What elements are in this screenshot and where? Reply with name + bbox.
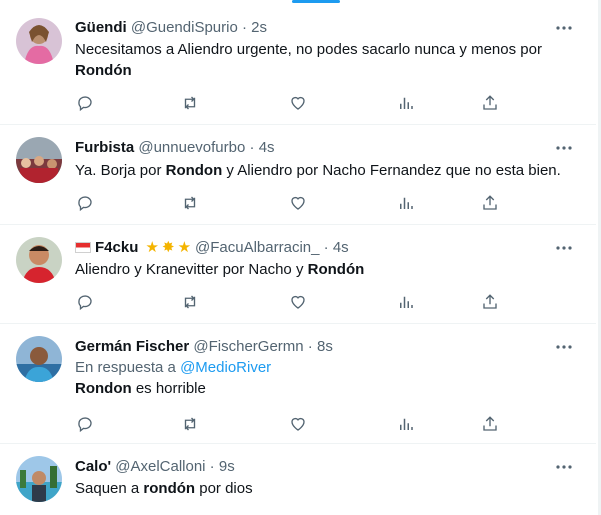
timestamp[interactable]: 4s — [333, 239, 349, 256]
timestamp[interactable]: 4s — [259, 139, 275, 156]
reply-context: En respuesta a @MedioRiver — [75, 359, 272, 376]
star-icon: ★ — [145, 239, 159, 256]
avatar[interactable] — [16, 237, 62, 283]
avatar[interactable] — [16, 137, 62, 183]
analytics-icon[interactable] — [396, 93, 416, 113]
tweet[interactable]: Germán Fischer @FischerGermn · 8s En res… — [0, 324, 596, 444]
reply-icon[interactable] — [75, 414, 95, 434]
avatar[interactable] — [16, 456, 62, 502]
author-handle[interactable]: @FischerGermn — [193, 338, 303, 355]
author-handle[interactable]: @AxelCalloni — [115, 458, 205, 475]
tweet[interactable]: Güendi @GuendiSpurio · 2s Necesitamos a … — [0, 0, 596, 125]
avatar[interactable] — [16, 18, 62, 64]
retweet-icon[interactable] — [180, 193, 200, 213]
timestamp[interactable]: 9s — [219, 458, 235, 475]
highlight: Rondon — [75, 380, 132, 397]
reply-icon[interactable] — [75, 193, 95, 213]
more-horizontal-icon[interactable] — [554, 238, 574, 258]
tweet[interactable]: Furbista @unnuevofurbo · 4s Ya. Borja po… — [0, 125, 596, 225]
reply-to-link[interactable]: @MedioRiver — [180, 359, 271, 376]
share-icon[interactable] — [480, 292, 500, 312]
author-name[interactable]: Furbista — [75, 139, 134, 156]
heart-icon[interactable] — [288, 414, 308, 434]
tweet-text: Saquen a rondón por dios — [75, 480, 253, 497]
tweet-header: F4cku ★ ✸ ★ @FacuAlbarracin_ · 4s — [75, 238, 556, 258]
share-icon[interactable] — [480, 93, 500, 113]
separator: · — [205, 458, 219, 475]
more-horizontal-icon[interactable] — [554, 457, 574, 477]
tweet-header: Calo' @AxelCalloni · 9s — [75, 457, 556, 477]
separator: · — [237, 19, 252, 36]
highlight: Rondón — [75, 62, 132, 79]
analytics-icon[interactable] — [396, 193, 416, 213]
author-handle[interactable]: @FacuAlbarracin_ — [195, 239, 319, 256]
heart-icon[interactable] — [288, 292, 308, 312]
author-name[interactable]: Germán Fischer — [75, 338, 189, 355]
action-bar — [75, 414, 505, 434]
heart-icon[interactable] — [288, 93, 308, 113]
retweet-icon[interactable] — [180, 93, 200, 113]
timestamp[interactable]: 2s — [251, 19, 267, 36]
separator: · — [303, 338, 317, 355]
action-bar — [75, 292, 505, 312]
highlight: rondón — [143, 480, 196, 497]
timestamp[interactable]: 8s — [317, 338, 333, 355]
action-bar — [75, 93, 505, 113]
tweet-text: Ya. Borja por Rondon y Aliendro por Nach… — [75, 162, 561, 179]
more-horizontal-icon[interactable] — [554, 337, 574, 357]
tweet-header: Germán Fischer @FischerGermn · 8s — [75, 337, 556, 357]
tweet-text: En respuesta a @MedioRiver Rondon es hor… — [75, 357, 568, 399]
share-icon[interactable] — [480, 193, 500, 213]
retweet-icon[interactable] — [180, 414, 200, 434]
tweet-text: Necesitamos a Aliendro urgente, no podes… — [75, 41, 542, 79]
tweet-header: Güendi @GuendiSpurio · 2s — [75, 18, 556, 38]
more-horizontal-icon[interactable] — [554, 138, 574, 158]
star-icon: ✸ — [161, 239, 175, 256]
retweet-icon[interactable] — [180, 292, 200, 312]
analytics-icon[interactable] — [396, 292, 416, 312]
more-horizontal-icon[interactable] — [554, 18, 574, 38]
separator: · — [319, 239, 333, 256]
separator: · — [245, 139, 259, 156]
author-name[interactable]: Calo' — [75, 458, 111, 475]
tweet[interactable]: Calo' @AxelCalloni · 9s Saquen a rondón … — [0, 444, 596, 515]
author-handle[interactable]: @unnuevofurbo — [138, 139, 245, 156]
highlight: Rondón — [307, 261, 365, 278]
tweet[interactable]: F4cku ★ ✸ ★ @FacuAlbarracin_ · 4s Aliendro … — [0, 225, 596, 324]
action-bar — [75, 193, 505, 213]
heart-icon[interactable] — [288, 193, 308, 213]
highlight: Rondon — [165, 162, 223, 179]
tweet-header: Furbista @unnuevofurbo · 4s — [75, 138, 556, 158]
author-handle[interactable]: @GuendiSpurio — [131, 19, 238, 36]
share-icon[interactable] — [480, 414, 500, 434]
reply-icon[interactable] — [75, 93, 95, 113]
author-name[interactable]: Güendi — [75, 19, 127, 36]
reply-icon[interactable] — [75, 292, 95, 312]
avatar[interactable] — [16, 336, 62, 382]
flag-icon — [75, 242, 91, 253]
tweet-text: Aliendro y Kranevitter por Nacho y Rondó… — [75, 261, 365, 278]
star-icon: ★ — [177, 239, 192, 256]
author-name[interactable]: F4cku — [95, 239, 138, 256]
analytics-icon[interactable] — [396, 414, 416, 434]
